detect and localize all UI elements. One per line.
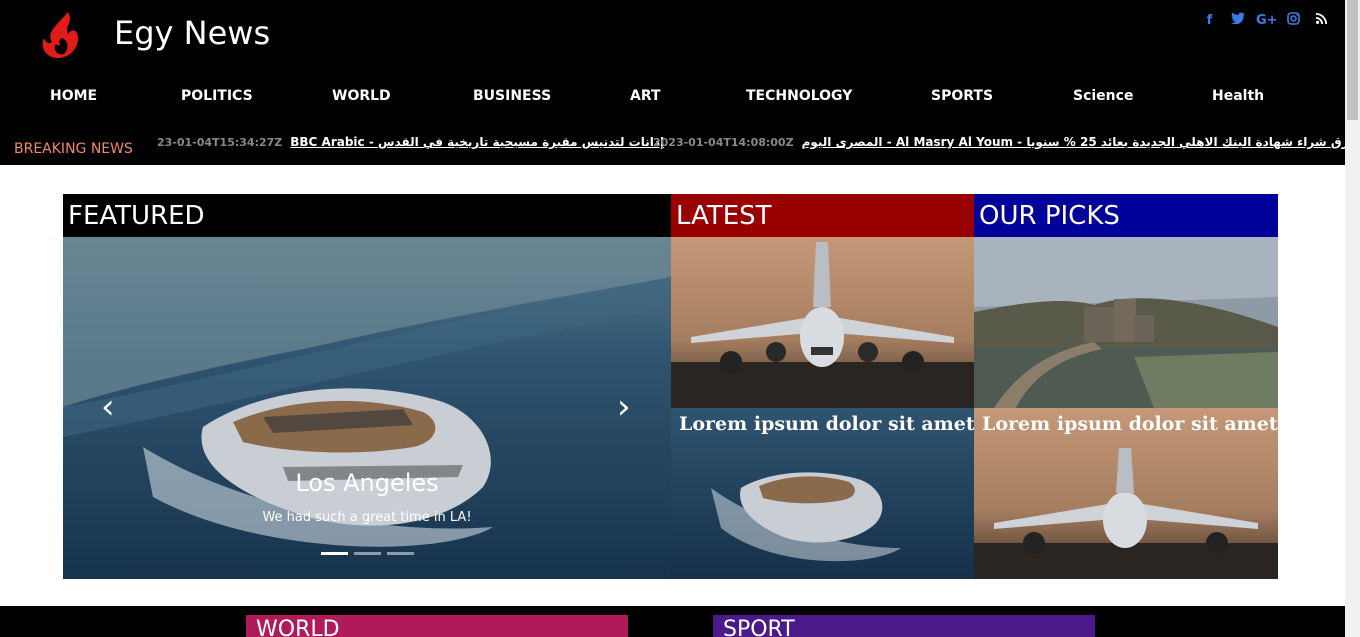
our-picks-heading: OUR PICKS [974,194,1278,237]
twitter-icon[interactable] [1228,12,1247,30]
rss-icon[interactable] [1312,12,1331,30]
carousel-indicator[interactable] [387,552,414,555]
carousel-indicators [321,552,414,555]
latest-heading: LATEST [671,194,974,237]
ticker-item[interactable]: 23-01-04T15:34:27Z BBC Arabic - إدانات لت… [157,135,664,149]
nav-science[interactable]: Science [1073,88,1133,104]
carousel-indicator[interactable] [321,552,348,555]
picks-card-title[interactable]: Lorem ipsum dolor sit amet. [982,413,1278,435]
latest-card[interactable]: Lorem ipsum dolor sit amet. [671,408,974,579]
carousel-next-arrow[interactable]: › [617,387,631,427]
picks-image-top[interactable] [974,237,1278,408]
breaking-news-bar: BREAKING NEWS 23-01-04T15:34:27Z BBC Arab… [0,130,1345,160]
nav-politics[interactable]: POLITICS [181,88,253,104]
ticker-headline[interactable]: المصرى اليوم - Al Masry Al Youm - طرق شر… [802,135,1345,149]
site-header: Egy News f G+ HOME POLITICS WORLD BUSINE… [0,0,1345,165]
bottom-section-bar [0,606,1345,637]
yacht-image [63,237,671,579]
ticker-headline[interactable]: BBC Arabic - إدانات لتدنيس مقبرة مسيحية … [290,135,664,149]
site-brand[interactable]: Egy News [114,14,270,52]
sport-heading: SPORT [713,615,1095,637]
google-plus-icon[interactable]: G+ [1256,12,1278,30]
airplane-image [671,237,974,408]
instagram-icon[interactable] [1284,12,1303,30]
page-scrollbar[interactable] [1345,0,1360,637]
featured-heading: FEATURED [63,194,671,237]
main-nav: HOME POLITICS WORLD BUSINESS ART TECHNOL… [0,88,1345,108]
world-heading: WORLD [246,615,628,637]
carousel-indicator[interactable] [354,552,381,555]
carousel-prev-arrow[interactable]: ‹ [101,387,115,427]
featured-carousel[interactable]: ‹ › Los Angeles We had such a great time… [63,237,671,579]
nav-world[interactable]: WORLD [332,88,391,104]
nav-health[interactable]: Health [1212,88,1264,104]
carousel-caption-text: We had such a great time in LA! [262,510,472,525]
nav-home[interactable]: HOME [50,88,97,104]
nav-art[interactable]: ART [630,88,661,104]
nav-business[interactable]: BUSINESS [473,88,551,104]
picks-card[interactable]: Lorem ipsum dolor sit amet. [974,408,1278,579]
scrollbar-thumb[interactable] [1347,0,1358,120]
facebook-icon[interactable]: f [1200,12,1219,30]
breaking-news-label: BREAKING NEWS [14,141,133,157]
latest-card-title[interactable]: Lorem ipsum dolor sit amet. [679,413,974,435]
castle-image [974,237,1278,408]
ticker-item[interactable]: 2023-01-04T14:08:00Z المصرى اليوم - Al Ma… [653,135,1345,149]
latest-image-top[interactable] [671,237,974,408]
ticker-timestamp: 2023-01-04T14:08:00Z [653,136,794,149]
flame-logo-icon[interactable] [38,10,90,60]
nav-technology[interactable]: TECHNOLOGY [746,88,852,104]
nav-sports[interactable]: SPORTS [931,88,993,104]
social-links: f G+ [1200,12,1331,30]
ticker-timestamp: 23-01-04T15:34:27Z [157,136,283,149]
carousel-caption-title: Los Angeles [295,469,439,497]
